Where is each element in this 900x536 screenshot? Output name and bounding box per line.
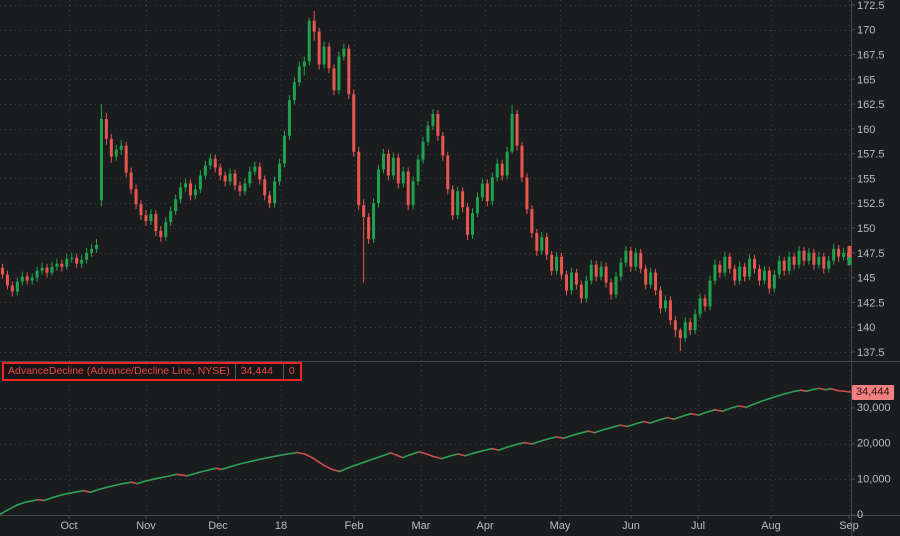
time-tick-label: Sep bbox=[839, 520, 859, 532]
price-tick-label: 150 bbox=[857, 223, 875, 235]
price-tick-label: 140 bbox=[857, 322, 875, 334]
indicator-title: AdvanceDecline (Advance/Decline Line, NY… bbox=[8, 365, 230, 378]
indicator-value: 34,444 bbox=[235, 364, 278, 379]
time-tick-label: 18 bbox=[275, 520, 287, 532]
price-tick-label: 165 bbox=[857, 74, 875, 86]
price-tick-label: 145 bbox=[857, 273, 875, 285]
price-tick-label: 155 bbox=[857, 174, 875, 186]
time-tick-label: May bbox=[550, 520, 571, 532]
price-tick-label: 160 bbox=[857, 124, 875, 136]
time-tick-label: Jun bbox=[622, 520, 640, 532]
chart-canvas[interactable]: 172.5 170 167.5 165 162.5 160 157.5 155 152.5 150… bbox=[0, 0, 900, 536]
indicator-extra-value: 0 bbox=[283, 364, 300, 379]
time-tick-label: Jul bbox=[691, 520, 705, 532]
time-tick-label: Apr bbox=[477, 520, 494, 532]
price-tick-label: 147.5 bbox=[857, 248, 885, 260]
indicator-label[interactable]: AdvanceDecline (Advance/Decline Line, NY… bbox=[2, 362, 302, 381]
adl-tick-label: 10,000 bbox=[857, 473, 891, 485]
time-tick-label: Oct bbox=[60, 520, 77, 532]
charting-app: 172.5 170 167.5 165 162.5 160 157.5 155 152.5 150… bbox=[0, 0, 900, 536]
time-tick-label: Aug bbox=[761, 520, 781, 532]
adl-last-value-tag: 34,444 bbox=[852, 385, 894, 400]
time-tick-label: Dec bbox=[208, 520, 228, 532]
time-tick-label: Mar bbox=[412, 520, 431, 532]
time-tick-label: Nov bbox=[136, 520, 156, 532]
price-tick-label: 170 bbox=[857, 25, 875, 37]
time-tick-label: Feb bbox=[345, 520, 364, 532]
price-tick-label: 172.5 bbox=[857, 0, 885, 12]
price-tick-label: 142.5 bbox=[857, 297, 885, 309]
price-tick-label: 152.5 bbox=[857, 198, 885, 210]
adl-tick-label: 20,000 bbox=[857, 438, 891, 450]
last-price-marker bbox=[848, 246, 852, 265]
price-tick-label: 137.5 bbox=[857, 347, 885, 359]
price-tick-label: 157.5 bbox=[857, 149, 885, 161]
price-tick-label: 167.5 bbox=[857, 50, 885, 62]
price-tick-label: 162.5 bbox=[857, 99, 885, 111]
adl-tick-label: 30,000 bbox=[857, 402, 891, 414]
